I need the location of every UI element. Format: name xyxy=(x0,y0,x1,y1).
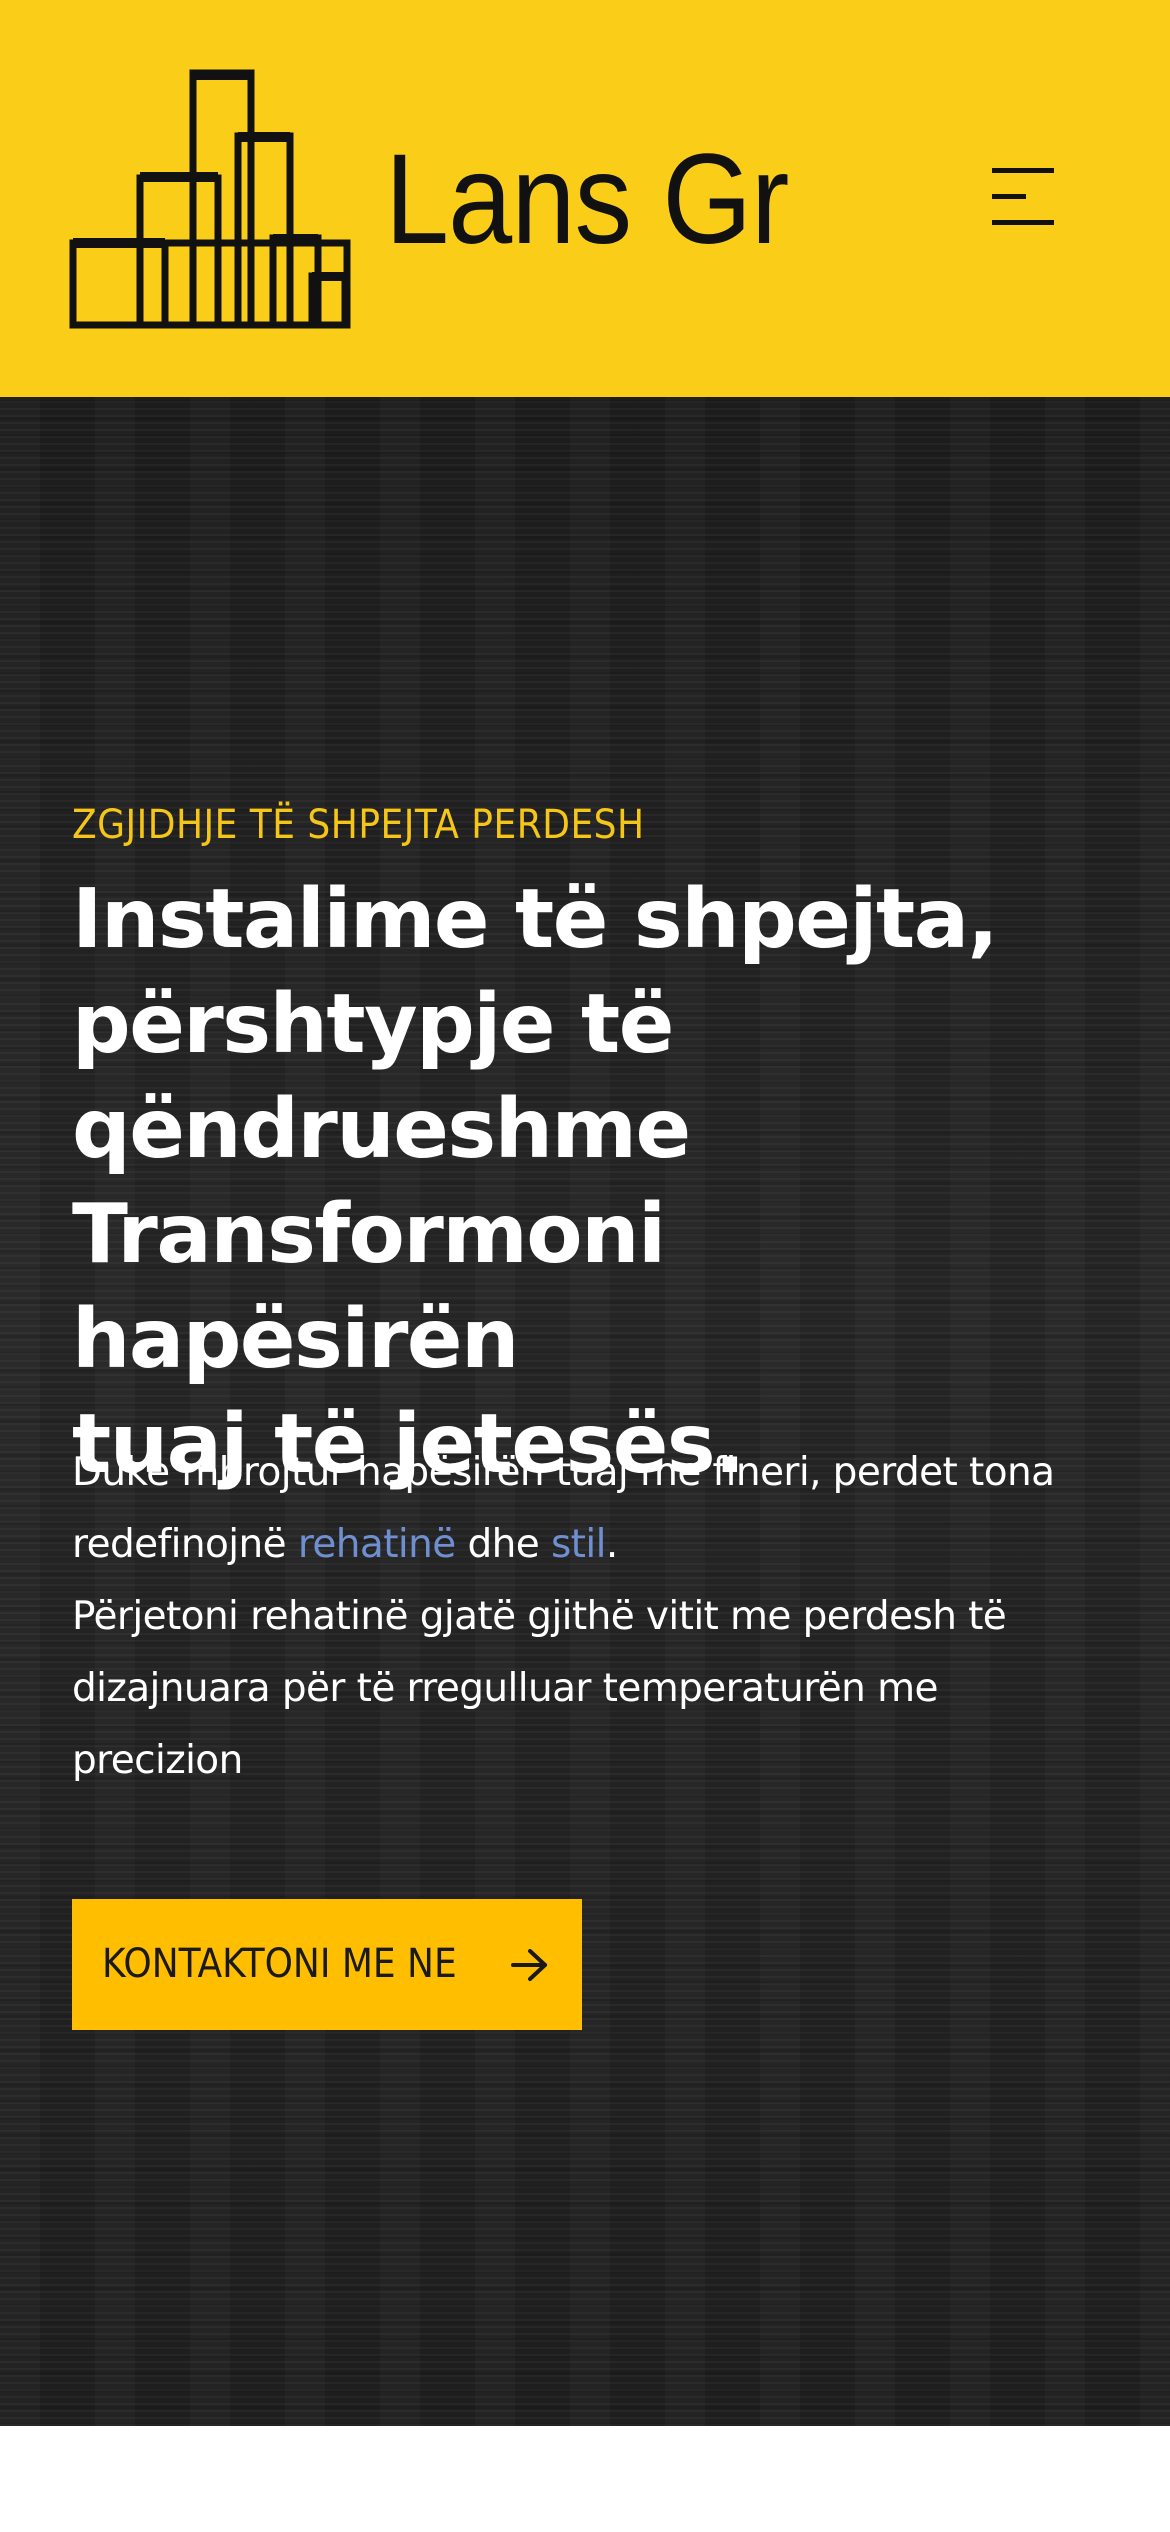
description-line: precizion xyxy=(72,1738,243,1783)
contact-us-button-label: KONTAKTONI ME NE xyxy=(102,1941,457,1987)
headline-line: Instalime të shpejta, xyxy=(72,872,999,967)
headline-line: qëndrueshme xyxy=(72,1082,691,1177)
hamburger-menu-icon xyxy=(992,168,1054,225)
arrow-right-icon xyxy=(511,1949,547,1981)
description-line: Duke mbrojtur hapësirën tuaj me fineri, … xyxy=(72,1450,1055,1495)
hero-section: ZGJIDHJE TË SHPEJTA PERDESH Instalime të… xyxy=(0,397,1170,2426)
headline-line: përshtypje të xyxy=(72,977,674,1072)
rehatine-link[interactable]: rehatinë xyxy=(298,1522,456,1567)
description-punctuation: . xyxy=(605,1522,618,1567)
description-text: redefinojnë xyxy=(72,1522,287,1567)
buildings-icon[interactable] xyxy=(68,68,352,332)
description-line: dizajnuara për të rregulluar temperaturë… xyxy=(72,1666,938,1711)
site-header: Lans Gr xyxy=(0,0,1170,397)
site-name[interactable]: Lans Gr xyxy=(385,120,789,280)
hero-headline: Instalime të shpejta, përshtypje të qënd… xyxy=(72,867,1132,1497)
description-line: Përjetoni rehatinë gjatë gjithë vitit me… xyxy=(72,1594,1007,1639)
stil-link[interactable]: stil xyxy=(551,1522,606,1567)
hero-eyebrow: ZGJIDHJE TË SHPEJTA PERDESH xyxy=(72,802,645,848)
hero-secondary-description: Përjetoni rehatinë gjatë gjithë vitit me… xyxy=(72,1581,1132,1797)
contact-us-button[interactable]: KONTAKTONI ME NE xyxy=(72,1899,582,2030)
hamburger-menu-button[interactable] xyxy=(978,152,1068,242)
description-text: dhe xyxy=(467,1522,540,1567)
headline-line: Transformoni hapësirën xyxy=(72,1187,666,1387)
hero-description: Duke mbrojtur hapësirën tuaj me fineri, … xyxy=(72,1437,1132,1581)
